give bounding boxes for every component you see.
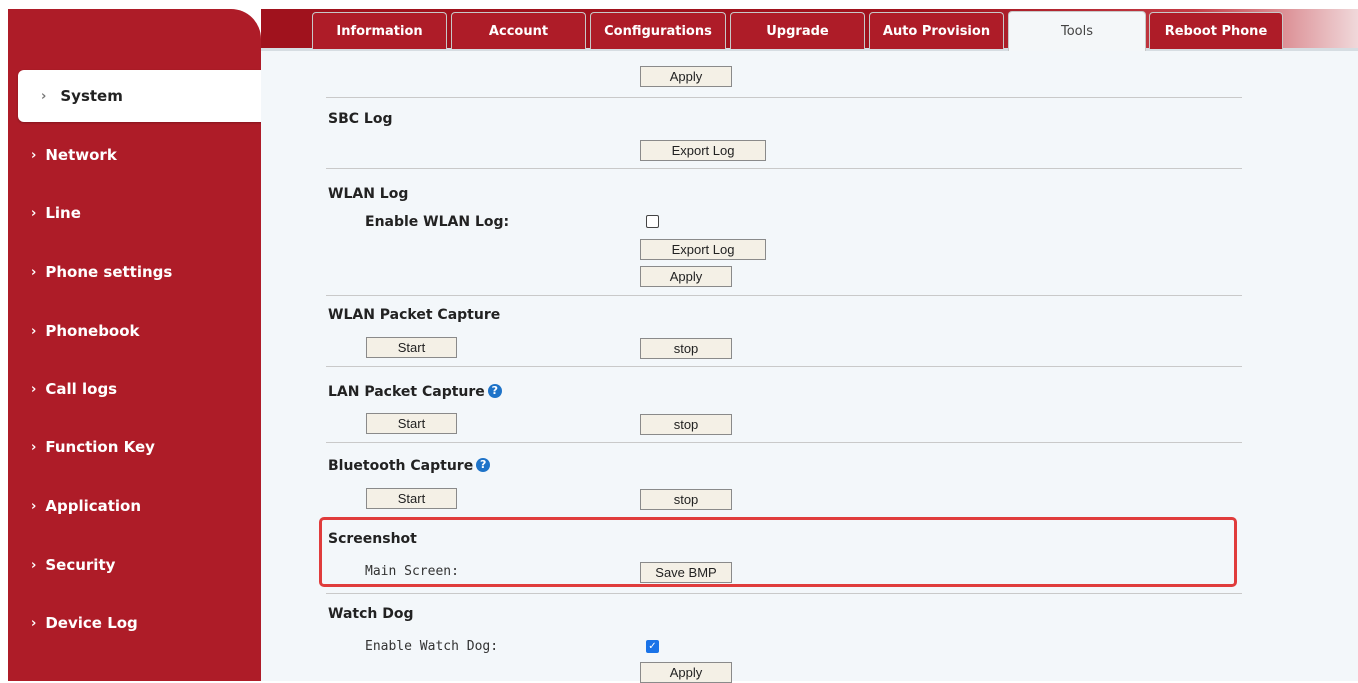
sidebar-item-line[interactable]: › Line	[0, 187, 253, 239]
help-icon[interactable]: ?	[487, 384, 502, 398]
sidebar-item-phonebook[interactable]: › Phonebook	[0, 305, 253, 357]
chevron-right-icon: ›	[31, 147, 37, 163]
divider	[326, 168, 1242, 169]
divider	[326, 366, 1242, 367]
sidebar-item-phone-settings[interactable]: › Phone settings	[0, 246, 253, 298]
section-title-wlan-log: WLAN Log	[328, 186, 409, 202]
sidebar-item-label: Function Key	[45, 438, 155, 456]
sidebar-item-function-key[interactable]: › Function Key	[0, 421, 253, 473]
bt-capture-start-button[interactable]: Start	[366, 488, 457, 509]
chevron-right-icon: ›	[31, 264, 37, 280]
apply-button[interactable]: Apply	[640, 66, 732, 87]
tab-information[interactable]: Information	[312, 12, 447, 49]
tab-account[interactable]: Account	[451, 12, 586, 49]
lan-capture-start-button[interactable]: Start	[366, 413, 457, 434]
wlan-capture-stop-button[interactable]: stop	[640, 338, 732, 359]
main-screen-label: Main Screen:	[365, 564, 459, 579]
watchdog-apply-button[interactable]: Apply	[640, 662, 732, 683]
lan-capture-stop-button[interactable]: stop	[640, 414, 732, 435]
enable-watch-dog-label: Enable Watch Dog:	[365, 639, 499, 654]
sidebar-item-network[interactable]: › Network	[0, 129, 253, 181]
sidebar-item-device-log[interactable]: › Device Log	[0, 597, 253, 649]
tab-configurations[interactable]: Configurations	[590, 12, 726, 49]
sidebar-item-label: Call logs	[45, 380, 118, 398]
chevron-right-icon: ›	[41, 88, 47, 104]
sidebar-item-label: Line	[45, 204, 81, 222]
section-title-watch-dog: Watch Dog	[328, 606, 414, 622]
section-title-text: Bluetooth Capture	[328, 458, 474, 474]
sidebar-item-label: Phonebook	[45, 322, 140, 340]
tab-tools[interactable]: Tools	[1008, 11, 1146, 51]
enable-watch-dog-checkbox[interactable]: ✓	[646, 640, 659, 653]
tab-auto-provision[interactable]: Auto Provision	[869, 12, 1004, 49]
enable-wlan-log-checkbox[interactable]	[646, 215, 659, 228]
section-title-screenshot: Screenshot	[328, 531, 417, 547]
divider	[326, 442, 1242, 443]
sidebar-item-label: Phone settings	[45, 263, 173, 281]
section-title-text: LAN Packet Capture	[328, 384, 485, 400]
sidebar-item-label: Network	[45, 146, 117, 164]
section-title-wlan-packet-capture: WLAN Packet Capture	[328, 307, 501, 323]
sidebar-item-application[interactable]: › Application	[0, 480, 253, 532]
divider	[326, 593, 1242, 594]
tab-reboot-phone[interactable]: Reboot Phone	[1149, 12, 1283, 49]
sidebar-item-label: System	[60, 87, 123, 105]
sidebar-item-system[interactable]: › System	[18, 70, 263, 122]
wlan-capture-start-button[interactable]: Start	[366, 337, 457, 358]
chevron-right-icon: ›	[31, 557, 37, 573]
chevron-right-icon: ›	[31, 323, 37, 339]
wlan-export-log-button[interactable]: Export Log	[640, 239, 766, 260]
enable-wlan-log-label: Enable WLAN Log:	[365, 214, 510, 230]
sbc-export-log-button[interactable]: Export Log	[640, 140, 766, 161]
sidebar-item-label: Security	[45, 556, 116, 574]
wlan-apply-button[interactable]: Apply	[640, 266, 732, 287]
chevron-right-icon: ›	[31, 381, 37, 397]
sidebar-item-call-logs[interactable]: › Call logs	[0, 363, 253, 415]
chevron-right-icon: ›	[31, 615, 37, 631]
section-title-bluetooth-capture: Bluetooth Capture?	[328, 458, 491, 474]
help-icon[interactable]: ?	[476, 458, 491, 472]
divider	[326, 295, 1242, 296]
chevron-right-icon: ›	[31, 205, 37, 221]
sidebar-item-label: Application	[45, 497, 142, 515]
bt-capture-stop-button[interactable]: stop	[640, 489, 732, 510]
sidebar-item-label: Device Log	[45, 614, 138, 632]
chevron-right-icon: ›	[31, 498, 37, 514]
tab-upgrade[interactable]: Upgrade	[730, 12, 865, 49]
save-bmp-button[interactable]: Save BMP	[640, 562, 732, 583]
section-title-lan-packet-capture: LAN Packet Capture?	[328, 384, 502, 400]
sidebar-item-security[interactable]: › Security	[0, 539, 253, 591]
divider	[326, 97, 1242, 98]
chevron-right-icon: ›	[31, 439, 37, 455]
section-title-sbc-log: SBC Log	[328, 111, 393, 127]
